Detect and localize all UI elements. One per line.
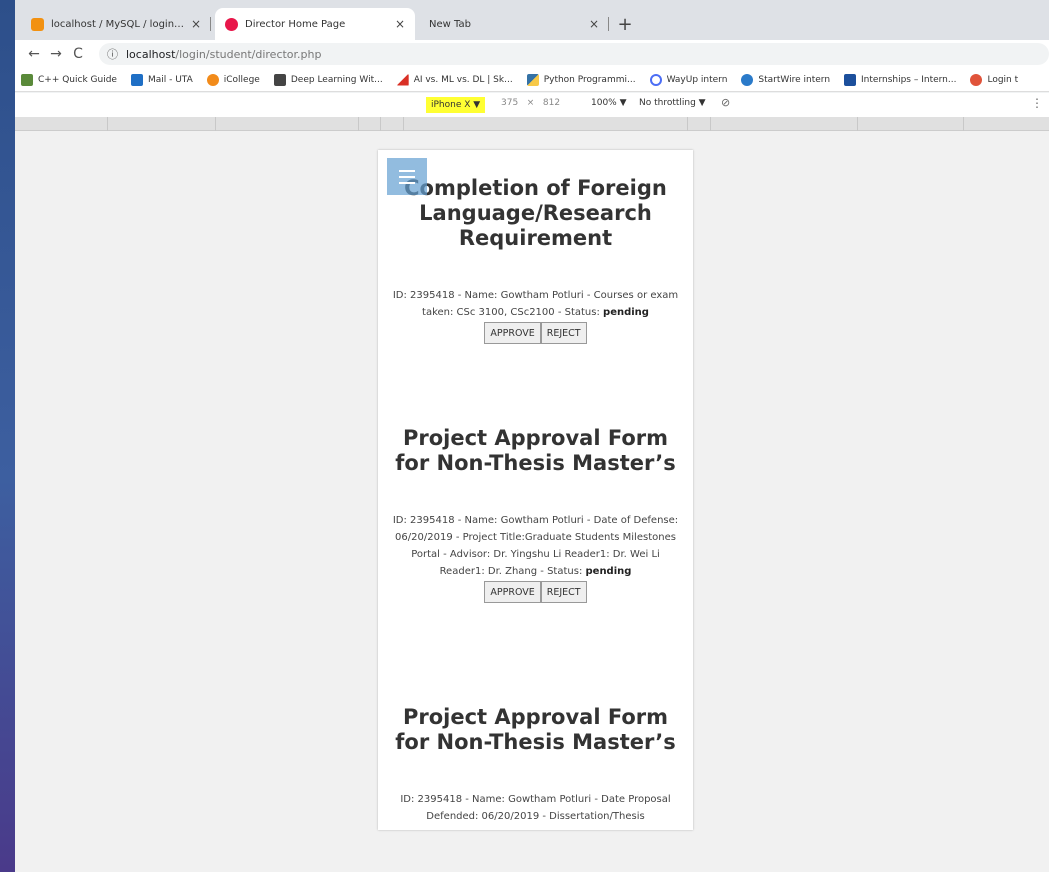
new-tab-button[interactable]: +: [613, 8, 637, 40]
reject-button[interactable]: REJECT: [540, 322, 587, 344]
approve-button[interactable]: APPROVE: [484, 581, 541, 603]
hamburger-menu-icon[interactable]: [387, 158, 427, 195]
bookmark-label: WayUp intern: [666, 74, 728, 85]
close-icon[interactable]: ×: [395, 17, 405, 31]
device-toolbar: iPhone X ▼ 375 × 812 100% ▼ No throttlin…: [15, 93, 1049, 117]
device-screen: Completion of Foreign Language/Research …: [378, 150, 693, 830]
zoom-select[interactable]: 100% ▼: [591, 98, 627, 108]
reject-button[interactable]: REJECT: [540, 581, 587, 603]
python-icon: [526, 73, 539, 86]
device-width[interactable]: 375: [501, 98, 518, 108]
info-icon[interactable]: ⓘ: [107, 46, 118, 62]
bookmark-icon: [396, 73, 409, 86]
tab-strip: localhost / MySQL / login / comp × Direc…: [15, 0, 1049, 40]
bookmarks-bar: C++ Quick Guide Mail - UTA iCollege Deep…: [15, 68, 1049, 92]
forward-icon[interactable]: →: [45, 46, 67, 62]
bookmark-deep-learning[interactable]: Deep Learning Wit...: [273, 73, 383, 86]
bookmark-label: C++ Quick Guide: [38, 74, 117, 85]
address-bar[interactable]: ⓘ localhost/login/student/director.php: [99, 43, 1049, 65]
bookmark-internships[interactable]: Internships – Intern...: [844, 73, 957, 86]
times-icon: ×: [526, 98, 535, 108]
address-toolbar: ← → C ⓘ localhost/login/student/director…: [15, 40, 1049, 68]
bookmark-label: Mail - UTA: [147, 74, 193, 85]
bookmark-mail-uta[interactable]: Mail - UTA: [130, 73, 193, 86]
bookmark-label: iCollege: [223, 74, 260, 85]
form-section: Completion of Foreign Language/Research …: [378, 176, 693, 344]
bookmark-label: Deep Learning Wit...: [290, 74, 383, 85]
status-value: pending: [585, 566, 632, 577]
section-title: Project Approval Form for Non-Thesis Mas…: [395, 426, 676, 475]
action-buttons: APPROVE REJECT: [378, 322, 693, 344]
form-section: Project Approval Form for Non-Thesis Mas…: [378, 426, 693, 603]
bookmark-icon: [21, 73, 33, 86]
outlook-icon: [130, 73, 143, 86]
app-icon: [225, 17, 238, 31]
page-viewport: Completion of Foreign Language/Research …: [15, 131, 1049, 872]
action-buttons: APPROVE REJECT: [378, 581, 693, 603]
startwire-icon: [741, 73, 754, 86]
bookmark-label: Internships – Intern...: [861, 74, 957, 85]
bookmark-icon: [273, 73, 286, 86]
tab-title: Director Home Page: [245, 18, 346, 30]
rotate-icon[interactable]: ⊘: [721, 96, 730, 109]
request-details: ID: 2395418 - Name: Gowtham Potluri - Da…: [400, 794, 671, 822]
approve-button[interactable]: APPROVE: [484, 322, 541, 344]
phpmyadmin-icon: [31, 17, 44, 31]
url-host: localhost: [126, 47, 176, 61]
close-icon[interactable]: ×: [191, 17, 201, 31]
bookmark-python[interactable]: Python Programmi...: [526, 73, 636, 86]
tab-new-tab[interactable]: New Tab ×: [419, 8, 609, 40]
bookmark-label: Login t: [987, 74, 1019, 85]
more-options-icon[interactable]: ⋮: [1031, 96, 1043, 110]
bookmark-login[interactable]: Login t: [970, 73, 1019, 86]
bookmark-cpp-quick-guide[interactable]: C++ Quick Guide: [21, 73, 117, 86]
status-value: pending: [603, 307, 649, 318]
browser-window: localhost / MySQL / login / comp × Direc…: [15, 0, 1049, 872]
tab-phpmyadmin[interactable]: localhost / MySQL / login / comp ×: [21, 8, 211, 40]
section-title: Project Approval Form for Non-Thesis Mas…: [395, 705, 676, 754]
tab-director-home[interactable]: Director Home Page ×: [215, 8, 415, 40]
bookmark-label: Python Programmi...: [543, 74, 636, 85]
bookmark-icollege[interactable]: iCollege: [206, 73, 260, 86]
device-height[interactable]: 812: [543, 98, 560, 108]
request-details: ID: 2395418 - Name: Gowtham Potluri - Co…: [392, 290, 679, 318]
wayup-icon: [649, 73, 662, 86]
tab-title: localhost / MySQL / login / comp: [51, 18, 185, 30]
throttling-select[interactable]: No throttling ▼: [639, 98, 706, 108]
url-path: /login/student/director.php: [175, 47, 322, 61]
bookmark-startwire[interactable]: StartWire intern: [741, 73, 831, 86]
back-icon[interactable]: ←: [23, 46, 45, 62]
tab-title: New Tab: [429, 18, 471, 30]
bookmark-ai-ml-dl[interactable]: AI vs. ML vs. DL | Sk...: [396, 73, 513, 86]
chrome-icon: [970, 73, 983, 86]
bookmark-icon: [844, 73, 857, 86]
device-dimensions: 375 × 812: [501, 98, 560, 108]
form-section: Project Approval Form for Non-Thesis Mas…: [378, 705, 693, 825]
device-select[interactable]: iPhone X ▼: [426, 97, 486, 113]
bookmark-label: StartWire intern: [758, 74, 831, 85]
request-details: ID: 2395418 - Name: Gowtham Potluri - Da…: [392, 515, 679, 577]
bookmark-label: AI vs. ML vs. DL | Sk...: [413, 74, 513, 85]
icollege-icon: [206, 73, 219, 86]
close-icon[interactable]: ×: [589, 17, 599, 31]
reload-icon[interactable]: C: [67, 46, 89, 62]
bookmark-wayup[interactable]: WayUp intern: [649, 73, 728, 86]
media-query-bar[interactable]: [15, 117, 1049, 131]
